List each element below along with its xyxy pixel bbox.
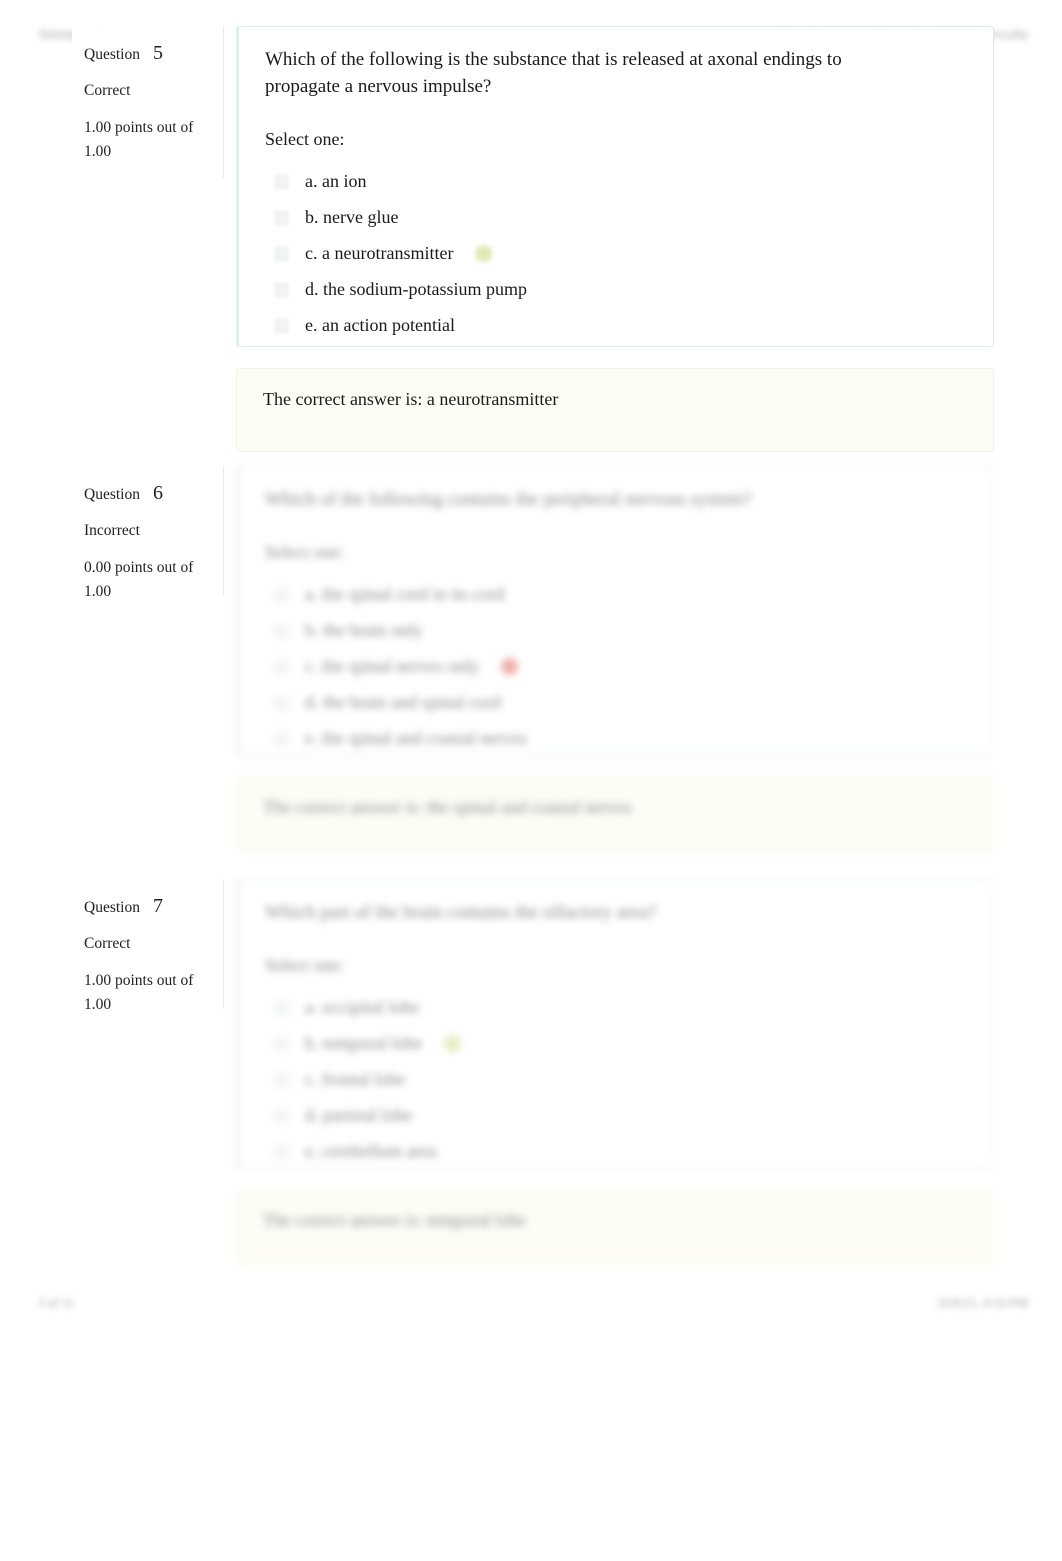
answer-label-7b: b. temporal lobe: [305, 1033, 423, 1054]
question-text-6: Which of the following contains the peri…: [265, 489, 752, 510]
radio-button-icon-5e[interactable]: [274, 318, 289, 334]
answer-option-5c[interactable]: c. a neurotransmitter: [265, 236, 967, 272]
radio-button-icon-7e[interactable]: [274, 1144, 289, 1160]
answer-label-6b: b. the brain only: [305, 620, 423, 641]
answer-label-5b: b. nerve glue: [305, 207, 399, 228]
question-word-label-5: Question: [84, 46, 140, 63]
question-word-label-6: Question: [84, 486, 140, 503]
answer-option-6c[interactable]: c. the spinal nerves only: [265, 649, 967, 685]
answer-option-7b[interactable]: b. temporal lobe: [265, 1026, 967, 1062]
question-number-5: 5: [152, 42, 163, 64]
radio-button-icon-7b[interactable]: [274, 1036, 289, 1052]
answer-option-6a[interactable]: a. the spinal cord in its cord: [265, 577, 967, 613]
answer-label-5c: c. a neurotransmitter: [305, 243, 454, 264]
question-word-label-7: Question: [84, 899, 140, 916]
radio-button-icon-6e[interactable]: [274, 731, 289, 747]
answer-option-7e[interactable]: e. cerebellum area: [265, 1134, 967, 1170]
answer-label-5e: e. an action potential: [305, 315, 455, 336]
answer-label-6c: c. the spinal nerves only: [305, 656, 480, 677]
answer-label-7d: d. parietal lobe: [305, 1105, 413, 1126]
question-content-6: Which of the following contains the peri…: [236, 466, 994, 756]
radio-button-icon-5a[interactable]: [274, 174, 289, 190]
question-state-6: Incorrect: [84, 522, 140, 539]
question-state-5: Correct: [84, 82, 131, 99]
radio-button-icon-6b[interactable]: [274, 623, 289, 639]
question-info-panel-7: Question 7 Correct 1.00 points out of 1.0…: [72, 879, 224, 1013]
feedback-box-5: The correct answer is: a neurotransmitte…: [236, 368, 994, 452]
answer-option-5d[interactable]: d. the sodium-potassium pump: [265, 272, 967, 308]
answer-label-7e: e. cerebellum area: [305, 1141, 437, 1162]
question-info-panel-5: Question 5 Correct 1.00 points out of 1.0…: [72, 26, 224, 178]
answer-list-7: a. occipital lobe b. temporal lobe c. fr…: [265, 990, 967, 1170]
feedback-text-5: The correct answer is: a neurotransmitte…: [263, 389, 559, 409]
question-grade-5: 1.00 points out of 1.00: [84, 118, 194, 160]
question-number-row-6: Question 6: [84, 480, 209, 507]
answer-option-7c[interactable]: c. frontal lobe: [265, 1062, 967, 1098]
question-text-7: Which part of the brain contains the olf…: [265, 902, 657, 923]
answer-label-6a: a. the spinal cord in its cord: [305, 584, 505, 605]
answer-label-7a: a. occipital lobe: [305, 997, 420, 1018]
answer-label-6d: d. the brain and spinal cord: [305, 692, 501, 713]
question-state-7: Correct: [84, 935, 131, 952]
question-number-6: 6: [152, 482, 163, 504]
answer-option-7d[interactable]: d. parietal lobe: [265, 1098, 967, 1134]
select-one-label-5: Select one:: [265, 128, 345, 149]
answer-option-6e[interactable]: e. the spinal and cranial nerves: [265, 721, 967, 757]
answer-option-5a[interactable]: a. an ion: [265, 164, 967, 200]
question-grade-6: 0.00 points out of 1.00: [84, 558, 194, 600]
question-info-panel-6: Question 6 Incorrect 0.00 points out of 1…: [72, 466, 224, 600]
radio-button-icon-5b[interactable]: [274, 210, 289, 226]
answer-option-6d[interactable]: d. the brain and spinal cord: [265, 685, 967, 721]
answer-option-5e[interactable]: e. an action potential: [265, 308, 967, 344]
question-text-5: Which of the following is the substance …: [265, 49, 842, 97]
answer-option-6b[interactable]: b. the brain only: [265, 613, 967, 649]
answer-list-6: a. the spinal cord in its cord b. the br…: [265, 577, 967, 757]
answer-label-7c: c. frontal lobe: [305, 1069, 406, 1090]
answer-option-5b[interactable]: b. nerve glue: [265, 200, 967, 236]
radio-button-icon-5c[interactable]: [274, 246, 289, 262]
feedback-box-6: The correct answer is: the spinal and cr…: [236, 776, 994, 852]
footer-page-number: 3 of 11: [38, 1295, 75, 1310]
answer-label-6e: e. the spinal and cranial nerves: [305, 728, 527, 749]
incorrect-cross-icon-6c: [501, 658, 519, 676]
radio-button-icon-7a[interactable]: [274, 1000, 289, 1016]
question-number-7: 7: [152, 895, 163, 917]
correct-check-icon-5c: [475, 245, 493, 263]
radio-button-icon-5d[interactable]: [274, 282, 289, 298]
correct-check-icon-7b: [444, 1035, 462, 1053]
feedback-box-7: The correct answer is: temporal lobe: [236, 1189, 994, 1265]
answer-label-5d: d. the sodium-potassium pump: [305, 279, 527, 300]
select-one-label-6: Select one:: [265, 541, 345, 562]
answer-option-7a[interactable]: a. occipital lobe: [265, 990, 967, 1026]
feedback-text-6: The correct answer is: the spinal and cr…: [263, 797, 632, 817]
page-footer: 3 of 11 10/8/21, 4:54 PM: [0, 1295, 1062, 1315]
question-content-7: Which part of the brain contains the olf…: [236, 879, 994, 1169]
radio-button-icon-6c[interactable]: [274, 659, 289, 675]
question-content-5: Which of the following is the substance …: [236, 26, 994, 347]
question-number-row-5: Question 5: [84, 40, 209, 67]
radio-button-icon-6d[interactable]: [274, 695, 289, 711]
answer-label-5a: a. an ion: [305, 171, 367, 192]
feedback-text-7: The correct answer is: temporal lobe: [263, 1210, 527, 1230]
answer-list-5: a. an ion b. nerve glue c. a neurotransm…: [265, 164, 967, 344]
radio-button-icon-7c[interactable]: [274, 1072, 289, 1088]
radio-button-icon-7d[interactable]: [274, 1108, 289, 1124]
question-number-row-7: Question 7: [84, 893, 209, 920]
select-one-label-7: Select one:: [265, 954, 345, 975]
footer-timestamp: 10/8/21, 4:54 PM: [936, 1295, 1028, 1310]
radio-button-icon-6a[interactable]: [274, 587, 289, 603]
question-grade-7: 1.00 points out of 1.00: [84, 971, 194, 1013]
